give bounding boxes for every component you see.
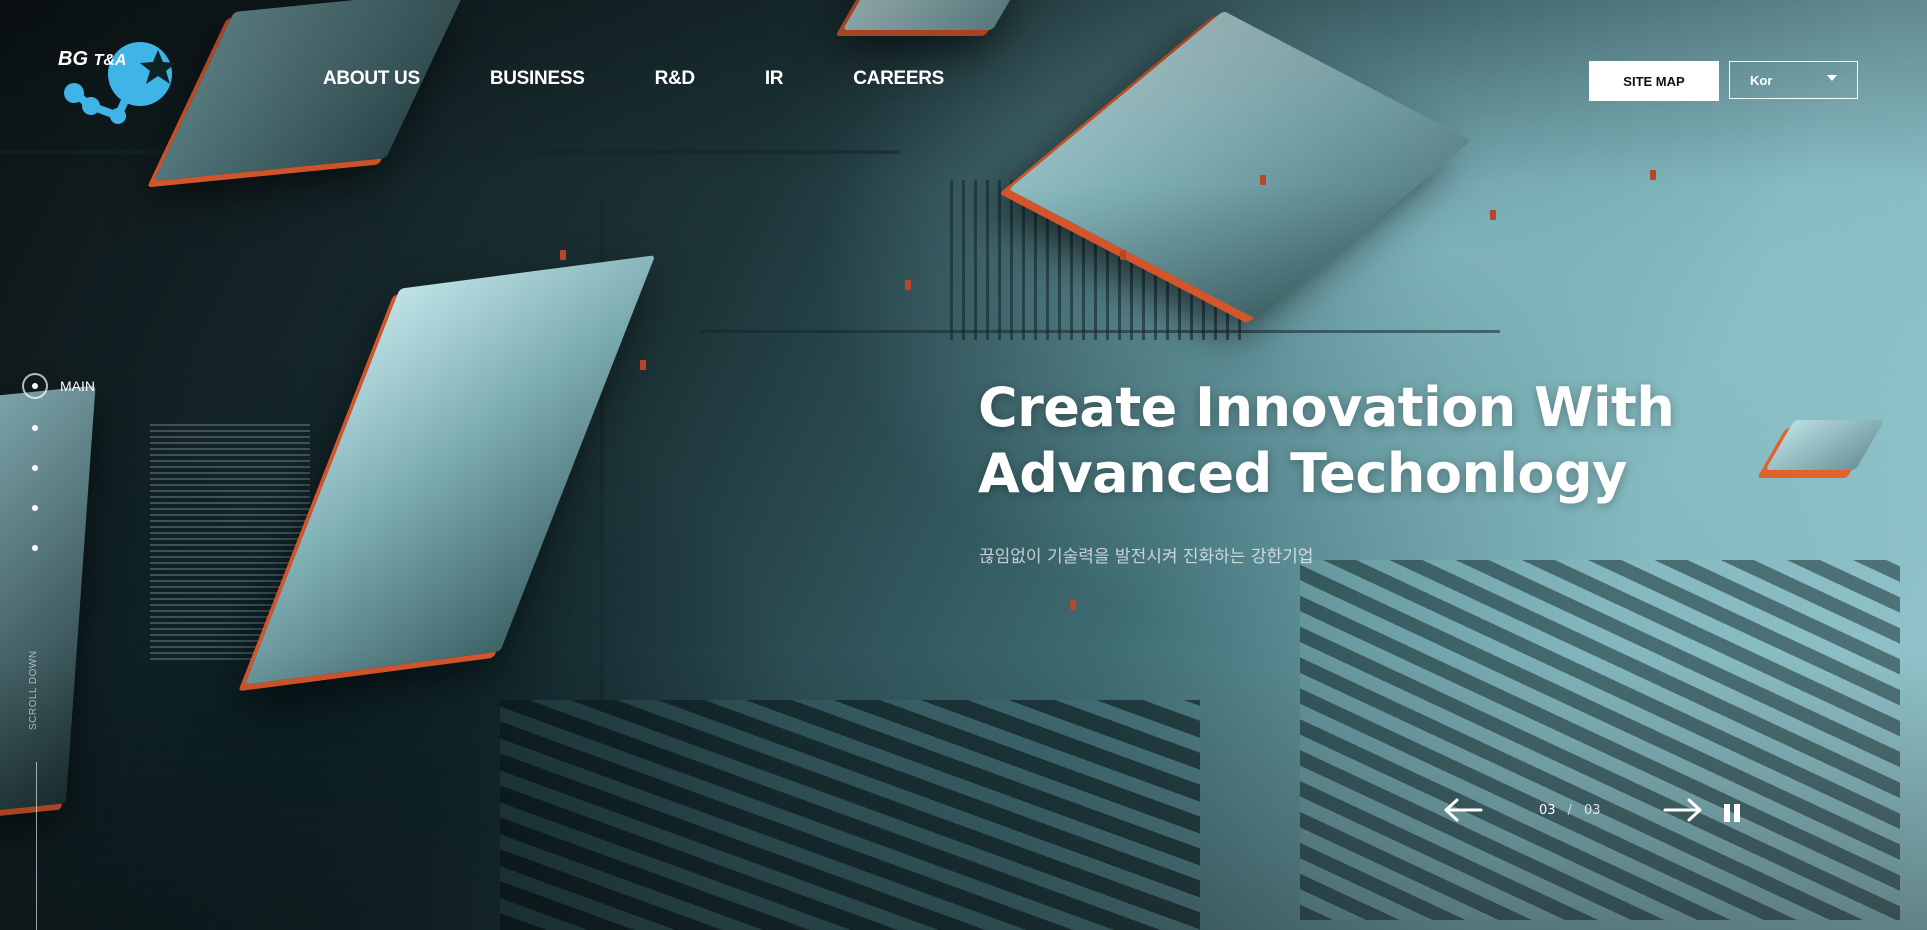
hero-title: Create Innovation With Advanced Techonlo… bbox=[978, 375, 1675, 507]
nav-item-about-us[interactable]: ABOUT US bbox=[323, 68, 420, 90]
pause-icon[interactable] bbox=[1722, 802, 1742, 824]
nav-item-ir[interactable]: IR bbox=[765, 68, 784, 90]
section-dot-4[interactable] bbox=[32, 505, 38, 511]
main-nav: ABOUT US BUSINESS R&D IR CAREERS bbox=[323, 68, 1014, 90]
logo-text: BG T&A bbox=[58, 48, 127, 70]
nav-item-careers[interactable]: CAREERS bbox=[853, 68, 944, 90]
hero-title-line1: Create Innovation With bbox=[978, 376, 1675, 439]
section-dot-3[interactable] bbox=[32, 465, 38, 471]
scroll-down-label: SCROLL DOWN bbox=[28, 650, 39, 730]
section-dot-2[interactable] bbox=[32, 425, 38, 431]
logo[interactable]: BG T&A bbox=[58, 38, 188, 124]
site-map-button[interactable]: SITE MAP bbox=[1589, 61, 1719, 101]
nav-item-business[interactable]: BUSINESS bbox=[490, 68, 585, 90]
hero-section: BG T&A ABOUT US BUSINESS R&D IR CAREERS … bbox=[0, 0, 1927, 930]
hero-subtitle: 끊임없이 기술력을 발전시켜 진화하는 강한기업 bbox=[979, 547, 1314, 567]
section-dot-main[interactable] bbox=[22, 373, 48, 399]
slide-current: 03 bbox=[1539, 803, 1556, 818]
hero-title-line2: Advanced Techonlogy bbox=[978, 442, 1627, 505]
language-select[interactable]: Kor bbox=[1729, 61, 1858, 99]
nav-item-rnd[interactable]: R&D bbox=[655, 68, 696, 90]
slide-total: 03 bbox=[1583, 803, 1601, 818]
chevron-down-icon bbox=[1827, 75, 1837, 81]
scroll-line bbox=[36, 762, 37, 930]
prev-arrow-icon[interactable] bbox=[1443, 797, 1483, 823]
slide-counter: 03 / 03 bbox=[1539, 803, 1600, 818]
next-arrow-icon[interactable] bbox=[1663, 797, 1703, 823]
slide-separator: / bbox=[1567, 803, 1572, 818]
language-selected: Kor bbox=[1750, 72, 1773, 88]
section-label: MAIN bbox=[60, 378, 95, 394]
section-dot-5[interactable] bbox=[32, 545, 38, 551]
